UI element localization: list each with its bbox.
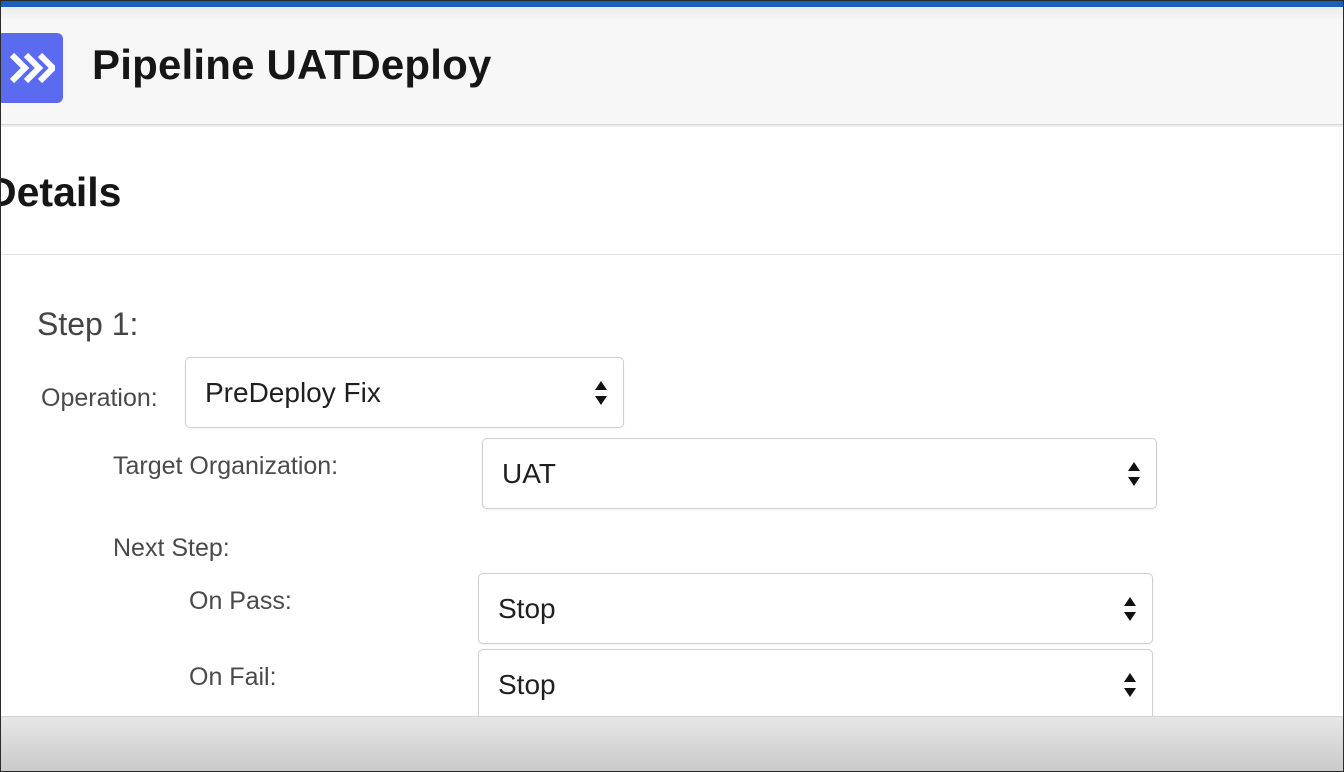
operation-label: Operation:	[41, 384, 158, 412]
page-header: Pipeline UATDeploy	[1, 7, 1343, 125]
step-title: Step 1:	[37, 306, 139, 342]
app-window: Pipeline UATDeploy Details Step 1: Opera…	[0, 0, 1344, 772]
select-arrows-icon	[1124, 672, 1136, 697]
page-title: Pipeline UATDeploy	[92, 41, 492, 88]
on-fail-select-value: Stop	[498, 668, 556, 700]
target-organization-select-value: UAT	[502, 457, 556, 489]
double-chevron-right-icon	[9, 52, 55, 84]
select-arrows-icon	[1124, 596, 1136, 621]
pipeline-app-icon	[1, 33, 63, 103]
select-arrows-icon	[1128, 461, 1140, 486]
next-step-label: Next Step:	[113, 534, 230, 562]
step-form: Step 1: Operation: PreDeploy Fix Target …	[1, 256, 1343, 720]
on-pass-label: On Pass:	[189, 587, 292, 615]
operation-select[interactable]: PreDeploy Fix	[185, 357, 624, 428]
operation-select-value: PreDeploy Fix	[205, 376, 381, 408]
on-fail-label: On Fail:	[189, 663, 277, 691]
target-organization-label: Target Organization:	[113, 452, 339, 480]
select-arrows-icon	[595, 380, 607, 405]
on-fail-select[interactable]: Stop	[478, 649, 1153, 720]
target-organization-select[interactable]: UAT	[482, 438, 1157, 509]
details-section-header: Details	[1, 127, 1343, 255]
section-title: Details	[0, 169, 122, 215]
bottom-panel-edge	[1, 716, 1343, 771]
on-pass-select[interactable]: Stop	[478, 573, 1153, 644]
on-pass-select-value: Stop	[498, 592, 556, 624]
